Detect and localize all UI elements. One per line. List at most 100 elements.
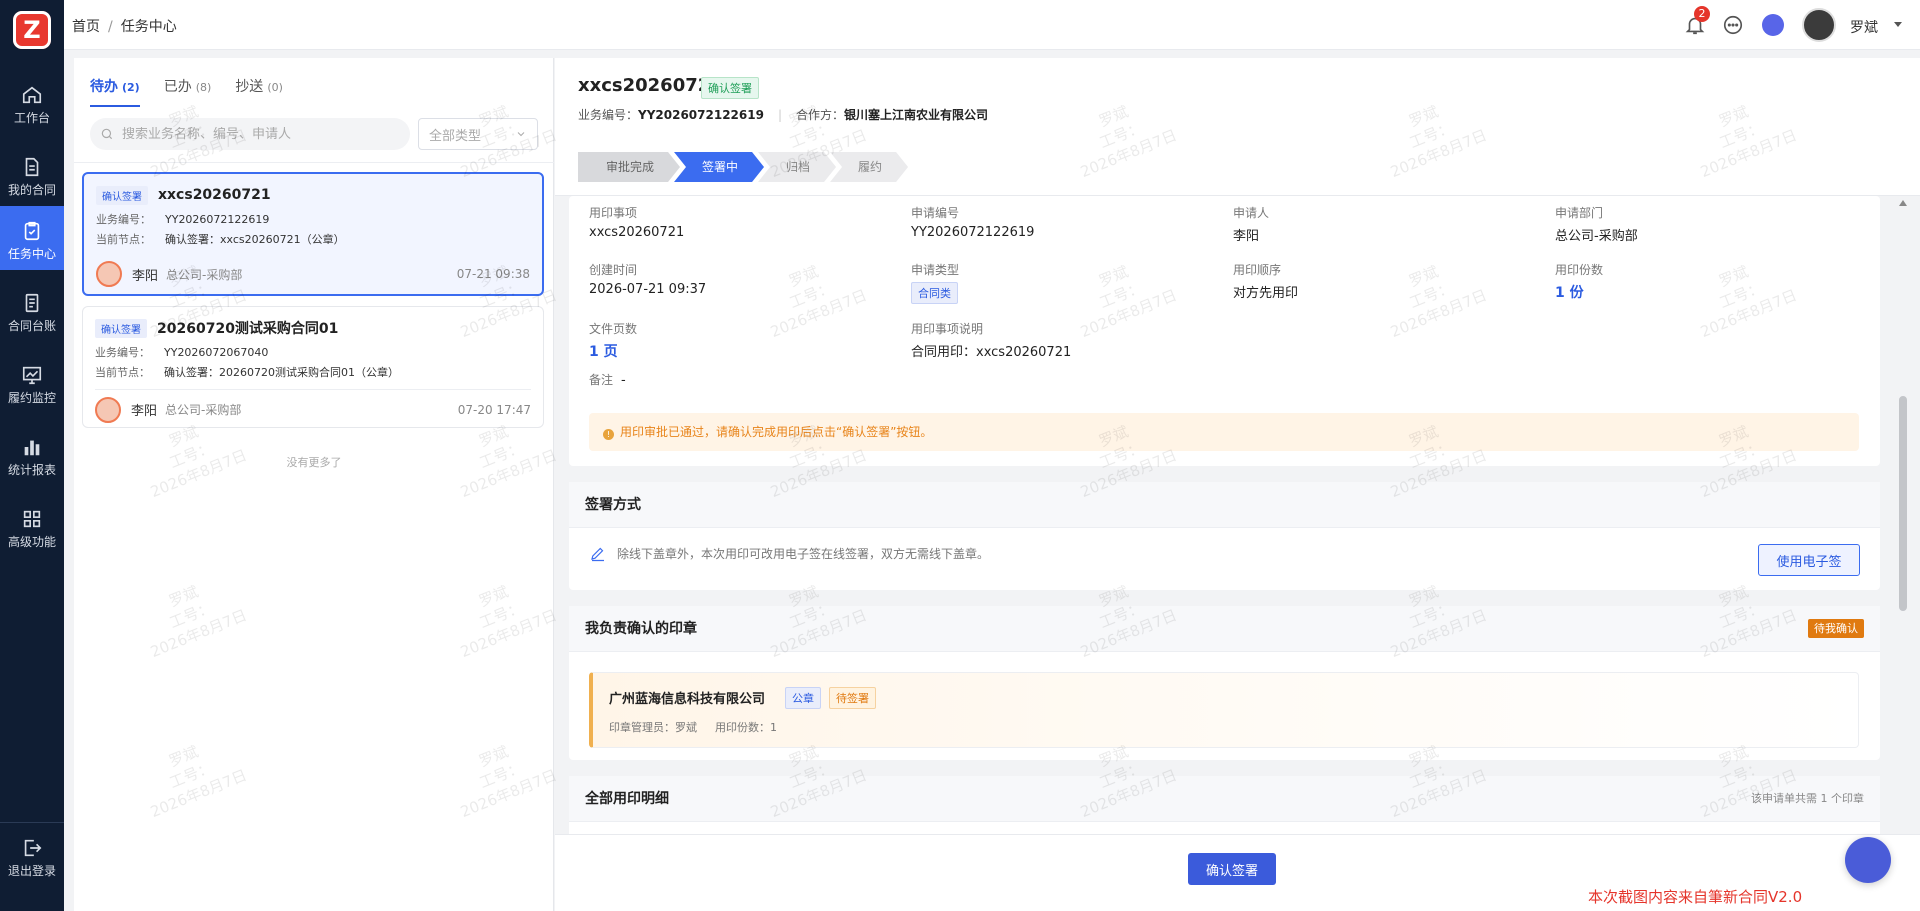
sidebar-item-statistics[interactable]: 统计报表	[0, 422, 64, 486]
sidebar-item-contract-ledger[interactable]: 合同台账	[0, 278, 64, 342]
card-title: 20260720测试采购合同01	[157, 321, 339, 337]
seal-meta: 印章管理员：罗斌 用印份数：1	[609, 721, 777, 734]
avatar	[96, 261, 122, 287]
seal-status-tag: 待签署	[829, 687, 876, 709]
sidebar-item-advanced[interactable]: 高级功能	[0, 494, 64, 558]
sidebar-item-label: 合同台账	[7, 319, 56, 333]
no-more-text: 没有更多了	[286, 456, 342, 469]
logout-button[interactable]: 退出登录	[0, 822, 64, 911]
field-type: 申请类型 合同类	[911, 261, 959, 304]
card-biz-no: 业务编号： YY2026072122619	[96, 213, 270, 226]
card-time: 07-20 17:47	[457, 402, 531, 417]
section-title: 我负责确认的印章	[569, 606, 1880, 652]
sign-method-desc: 除线下盖章外，本次用印可改用电子签在线签署，双方无需线下盖章。	[589, 544, 989, 562]
sidebar-item-label: 任务中心	[7, 247, 56, 261]
logout-icon	[24, 839, 42, 857]
detail-header: xxcs20260721 确认签署 业务编号：YY2026072122619 | 合…	[555, 58, 1920, 196]
detail-scroll-area: 用印事项 xxcs20260721 申请编号 YY2026072122619 申请人…	[555, 196, 1920, 834]
ledger-icon	[25, 293, 39, 313]
seal-type-tag: 公章	[785, 687, 821, 709]
seal-card: 广州蓝海信息科技有限公司 公章 待签署 印章管理员：罗斌 用印份数：1	[589, 672, 1859, 748]
scrollbar[interactable]	[1898, 196, 1908, 834]
card-node: 当前节点： 确认签署：xxcs20260721（公章）	[96, 233, 345, 246]
logout-label: 退出登录	[7, 864, 56, 878]
confirm-sign-button[interactable]: 确认签署	[1188, 853, 1276, 885]
seal-company: 广州蓝海信息科技有限公司	[609, 692, 766, 707]
card-person: 李阳	[132, 268, 159, 284]
ai-assistant-icon[interactable]	[1762, 14, 1784, 36]
tab-todo[interactable]: 待办 (2)	[90, 76, 140, 107]
my-seals-section: 我负责确认的印章 待我确认 广州蓝海信息科技有限公司 公章 待签署 印章管理员：…	[569, 606, 1880, 760]
chat-icon[interactable]	[1722, 14, 1744, 36]
card-person: 李阳	[131, 404, 158, 419]
field-copies: 用印份数 1 份	[1555, 263, 1604, 301]
type-select-value: 全部类型	[429, 128, 482, 144]
scrollbar-thumb[interactable]	[1899, 396, 1907, 611]
sidebar-item-task-center[interactable]: 任务中心	[0, 206, 64, 270]
home-icon	[22, 86, 42, 104]
detail-biz-no: YY2026072122619	[638, 108, 764, 122]
user-name[interactable]: 罗斌	[1850, 17, 1878, 37]
task-list-panel: 待办 (2) 已办(8) 抄送(0) 全部类型 确认签署 xxcs20260721 …	[74, 58, 554, 911]
ai-assistant-float-icon[interactable]	[1845, 837, 1891, 883]
sidebar-item-label: 履约监控	[7, 391, 56, 405]
type-tag: 合同类	[911, 282, 958, 304]
chevron-down-icon	[517, 132, 525, 137]
tab-cc[interactable]: 抄送 (0)	[235, 76, 283, 106]
tab-count: (2)	[122, 81, 140, 94]
divider	[74, 162, 554, 163]
avatar[interactable]	[1802, 8, 1836, 42]
bar-chart-icon	[24, 440, 40, 456]
scroll-up-icon[interactable]	[1899, 200, 1907, 206]
sidebar-item-label: 统计报表	[7, 463, 56, 477]
avatar	[95, 396, 121, 423]
sidebar-item-my-contracts[interactable]: 我的合同	[0, 142, 64, 206]
card-node: 当前节点： 确认签署：20260720测试采购合同01（公章）	[95, 366, 399, 379]
detail-meta: 业务编号：YY2026072122619 | 合作方：银川塞上江南农业有限公司	[578, 108, 989, 122]
search-input[interactable]	[122, 126, 382, 142]
tab-label: 已办	[163, 79, 192, 95]
field-desc: 用印事项说明 合同用印：xxcs20260721	[911, 322, 1072, 360]
clipboard-check-icon	[24, 221, 40, 241]
task-detail-panel: xxcs20260721 确认签署 业务编号：YY2026072122619 | 合…	[555, 58, 1920, 911]
chevron-down-icon[interactable]	[1894, 22, 1902, 27]
tab-done[interactable]: 已办 (8)	[164, 76, 212, 106]
step-performance: 履约	[830, 152, 908, 182]
sidebar-item-performance-monitor[interactable]: 履约监控	[0, 350, 64, 414]
step-signing: 签署中	[674, 152, 764, 182]
top-bar: 首页 / 任务中心 2 罗斌	[64, 0, 1920, 50]
task-tabs: 待办 (2) 已办 (8) 抄送 (0)	[90, 76, 283, 107]
monitor-chart-icon	[22, 366, 42, 385]
tab-count: (8)	[195, 81, 212, 94]
card-biz-no: 业务编号： YY2026072067040	[95, 346, 269, 359]
breadcrumb-home[interactable]: 首页	[72, 19, 100, 35]
type-select[interactable]: 全部类型	[418, 118, 538, 150]
source-note: 本次截图内容来自筆新合同V2.0	[1588, 888, 1803, 906]
field-apply-no: 申请编号 YY2026072122619	[911, 206, 1035, 240]
step-approved: 审批完成	[578, 152, 680, 182]
field-seal-item: 用印事项 xxcs20260721	[589, 206, 685, 240]
document-icon	[25, 157, 39, 177]
notification-badge: 2	[1694, 6, 1710, 22]
sidebar-item-label: 我的合同	[7, 183, 56, 197]
sidebar-item-label: 工作台	[13, 111, 50, 125]
task-card[interactable]: 确认签署 xxcs20260721 业务编号： YY2026072122619 当前…	[82, 172, 544, 296]
section-title: 签署方式	[569, 482, 1880, 528]
sidebar-item-label: 高级功能	[7, 535, 56, 549]
card-time: 07-21 09:38	[456, 267, 530, 281]
status-badge: 确认签署	[701, 77, 759, 99]
card-dept: 总公司-采购部	[165, 403, 242, 417]
app-logo[interactable]: Z	[13, 11, 51, 49]
pen-icon	[591, 547, 604, 562]
info-section: 用印事项 xxcs20260721 申请编号 YY2026072122619 申请人…	[569, 196, 1880, 466]
sidebar-item-workbench[interactable]: 工作台	[0, 70, 64, 134]
task-card[interactable]: 确认签署 20260720测试采购合同01 业务编号： YY202607206704…	[82, 306, 544, 428]
field-remark: 备注 -	[589, 373, 626, 388]
sign-method-section: 签署方式 除线下盖章外，本次用印可改用电子签在线签署，双方无需线下盖章。 使用电…	[569, 482, 1880, 590]
use-esign-button[interactable]: 使用电子签	[1758, 544, 1860, 576]
breadcrumb-separator: /	[108, 19, 113, 35]
progress-steps: 审批完成 签署中 归档 履约	[578, 152, 902, 184]
field-pages: 文件页数 1 页	[589, 322, 638, 360]
info-icon: !	[603, 429, 614, 440]
all-seal-details-section: 全部用印明细 该申请单共需 1 个印章	[569, 776, 1880, 834]
